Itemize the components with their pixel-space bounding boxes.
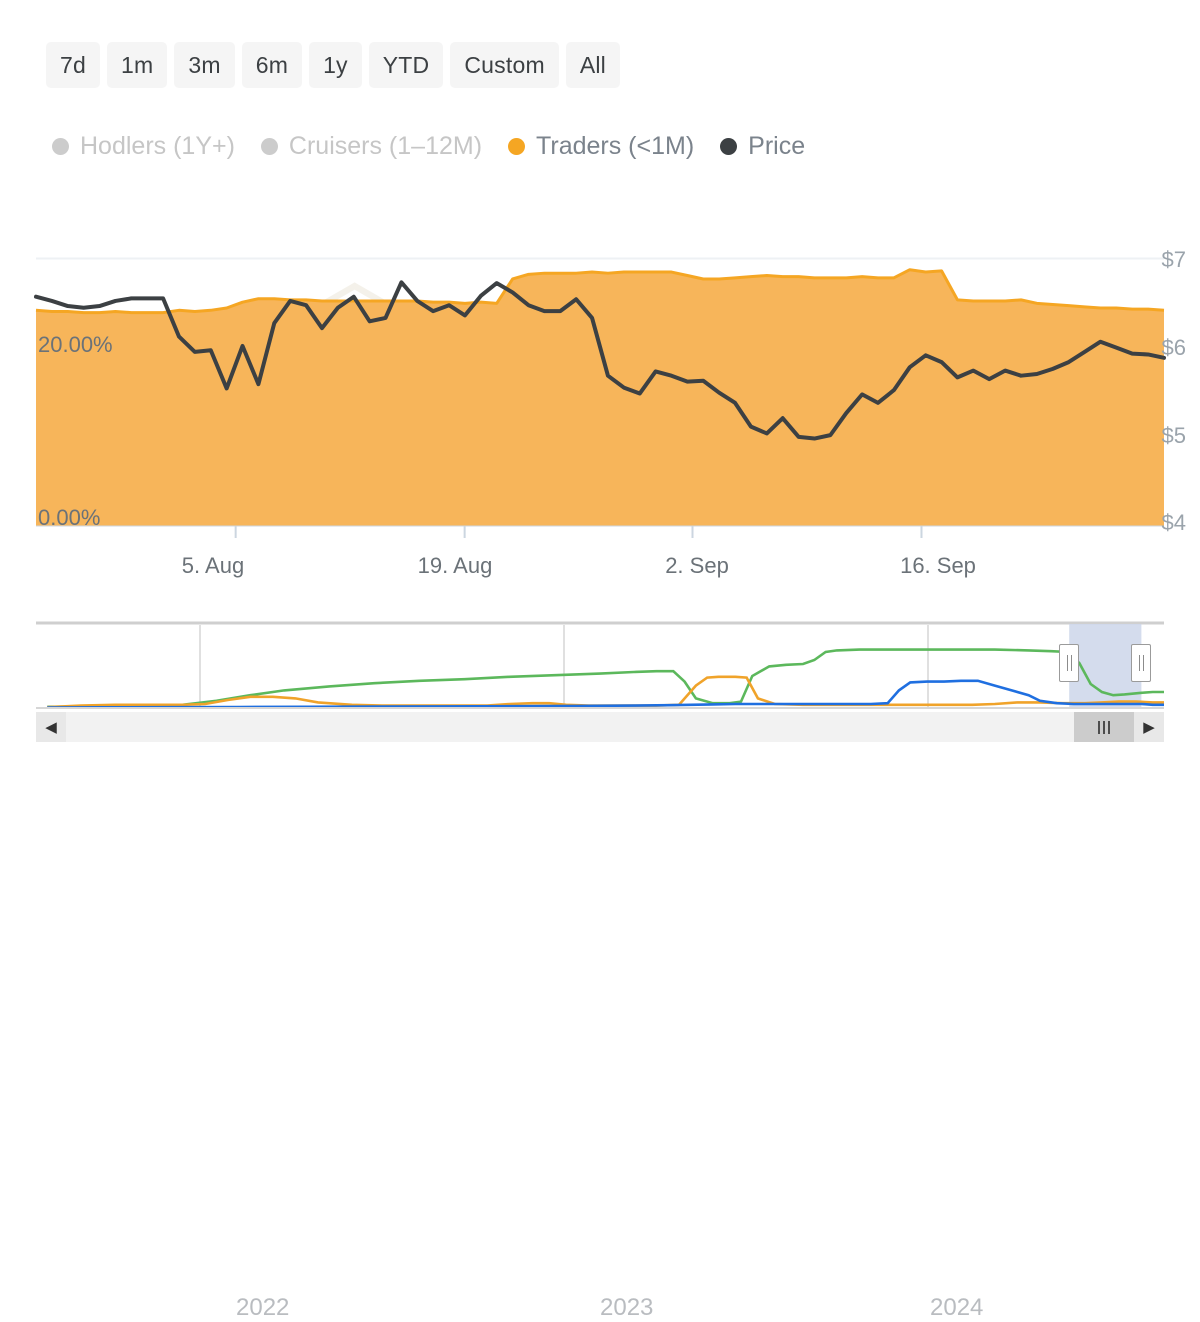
range-button-all[interactable]: All: [566, 42, 620, 88]
navigator-year-2024: 2024: [930, 1294, 983, 1322]
x-axis-label-16-sep: 16. Sep: [900, 553, 976, 579]
legend-item-label: Cruisers (1–12M): [289, 132, 482, 160]
y-axis-right-label-4: $4: [1162, 510, 1186, 536]
range-button-ytd[interactable]: YTD: [369, 42, 444, 88]
legend-item-hodlers[interactable]: Hodlers (1Y+): [52, 132, 235, 160]
range-button-1y[interactable]: 1y: [309, 42, 362, 88]
navigator-handle-right[interactable]: [1131, 644, 1151, 682]
legend-item-label: Price: [748, 132, 805, 160]
legend-item-label: Hodlers (1Y+): [80, 132, 235, 160]
legend-dot-icon: [261, 138, 278, 155]
chart-scrollbar[interactable]: ◀ ▶: [36, 712, 1164, 742]
legend-item-label: Traders (<1M): [536, 132, 694, 160]
range-button-6m[interactable]: 6m: [242, 42, 302, 88]
navigator-traders-series: [47, 677, 1164, 707]
navigator-year-2023: 2023: [600, 1294, 653, 1322]
range-button-custom[interactable]: Custom: [450, 42, 558, 88]
legend-dot-icon: [720, 138, 737, 155]
legend-dot-icon: [52, 138, 69, 155]
y-axis-left-label-bottom: 0.00%: [38, 505, 100, 531]
navigator[interactable]: 2022 2023 2024: [36, 620, 1164, 712]
chart-legend: Hodlers (1Y+) Cruisers (1–12M) Traders (…: [52, 132, 805, 160]
main-chart[interactable]: IntoTheBlock: [0, 228, 1200, 558]
y-axis-right-label-6: $6: [1162, 335, 1186, 361]
traders-area-series: [36, 270, 1164, 526]
range-button-1m[interactable]: 1m: [107, 42, 167, 88]
navigator-handle-left[interactable]: [1059, 644, 1079, 682]
scrollbar-track[interactable]: [66, 712, 1134, 742]
legend-dot-icon: [508, 138, 525, 155]
scroll-left-button[interactable]: ◀: [36, 712, 66, 742]
navigator-plot[interactable]: [36, 620, 1164, 712]
legend-item-price[interactable]: Price: [720, 132, 805, 160]
scroll-right-button[interactable]: ▶: [1134, 712, 1164, 742]
y-axis-right-label-5: $5: [1162, 423, 1186, 449]
scrollbar-thumb[interactable]: [1074, 712, 1134, 742]
legend-item-traders[interactable]: Traders (<1M): [508, 132, 694, 160]
range-button-3m[interactable]: 3m: [174, 42, 234, 88]
x-axis-label-19-aug: 19. Aug: [418, 553, 493, 579]
y-axis-left-label-top: 20.00%: [38, 332, 113, 358]
range-button-7d[interactable]: 7d: [46, 42, 100, 88]
y-axis-right-label-7: $7: [1162, 247, 1186, 273]
navigator-year-2022: 2022: [236, 1294, 289, 1322]
chart-page: 7d 1m 3m 6m 1y YTD Custom All Hodlers (1…: [0, 0, 1200, 800]
legend-item-cruisers[interactable]: Cruisers (1–12M): [261, 132, 482, 160]
x-axis-label-5-aug: 5. Aug: [182, 553, 244, 579]
chart-plot-area[interactable]: IntoTheBlock: [0, 228, 1200, 558]
navigator-hodlers-series: [47, 650, 1164, 707]
x-axis-label-2-sep: 2. Sep: [665, 553, 729, 579]
range-selector: 7d 1m 3m 6m 1y YTD Custom All: [46, 42, 620, 88]
x-axis-ticks: [236, 526, 922, 538]
